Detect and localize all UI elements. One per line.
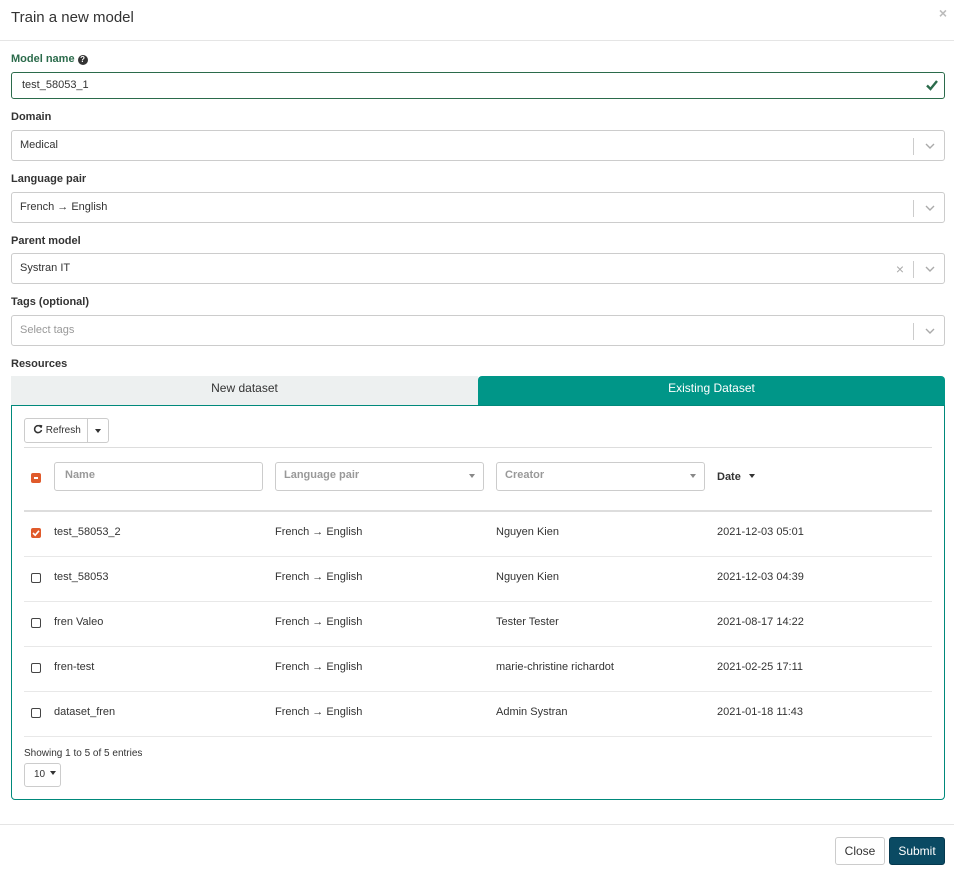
refresh-button[interactable]: Refresh <box>25 419 88 442</box>
resource-tabs: New dataset Existing Dataset <box>11 376 945 406</box>
refresh-button-group: Refresh <box>24 418 109 443</box>
parent-model-select[interactable]: Systran IT × <box>11 253 945 284</box>
clear-icon[interactable]: × <box>896 261 904 277</box>
domain-select[interactable]: Medical <box>11 130 945 161</box>
language-pair-filter-text: Language pair <box>284 469 360 481</box>
tags-select[interactable]: Select tags <box>11 315 945 346</box>
chevron-down-icon[interactable] <box>924 325 936 337</box>
check-icon <box>926 80 938 91</box>
modal-header: Train a new model × <box>0 0 954 41</box>
select-all-checkbox[interactable] <box>31 473 41 483</box>
tab-existing-dataset[interactable]: Existing Dataset <box>478 376 945 406</box>
select-separator <box>913 323 914 340</box>
model-name-label-text: Model name <box>11 53 75 65</box>
resources-label: Resources <box>11 358 68 370</box>
dataset-creator: Tester Tester <box>496 616 559 628</box>
dataset-date: 2021-12-03 04:39 <box>717 571 804 583</box>
language-pair-select[interactable]: French → English <box>11 192 945 223</box>
page-size-select[interactable]: 10 <box>24 763 61 787</box>
tab-new-dataset[interactable]: New dataset <box>11 376 478 406</box>
dataset-name: fren-test <box>54 661 95 673</box>
domain-value: Medical <box>20 139 58 151</box>
caret-down-icon <box>690 474 696 478</box>
row-divider <box>24 601 932 602</box>
help-icon[interactable]: ? <box>77 55 88 65</box>
submit-button[interactable]: Submit <box>889 837 945 865</box>
close-button[interactable]: Close <box>835 837 885 865</box>
check-icon <box>32 530 40 537</box>
row-divider <box>24 556 932 557</box>
caret-down-icon <box>49 771 56 775</box>
dataset-language-pair: French → English <box>275 616 363 628</box>
dataset-language-pair: French → English <box>275 706 363 718</box>
select-separator <box>913 138 914 155</box>
dataset-date: 2021-01-18 11:43 <box>717 706 804 718</box>
dataset-date: 2021-02-25 17:11 <box>717 661 804 673</box>
chevron-down-icon[interactable] <box>924 263 936 275</box>
creator-filter[interactable]: Creator <box>496 462 705 491</box>
row-checkbox[interactable] <box>31 528 41 538</box>
caret-down-icon <box>469 474 475 478</box>
refresh-icon <box>33 424 43 434</box>
row-divider <box>24 736 932 737</box>
dataset-name: dataset_fren <box>54 706 116 718</box>
refresh-label: Refresh <box>45 425 81 436</box>
footer-divider <box>0 824 954 825</box>
model-name-input[interactable]: test_58053_1 <box>11 72 945 99</box>
sort-caret-icon <box>748 474 755 478</box>
pagination-info: Showing 1 to 5 of 5 entries <box>24 748 143 759</box>
dataset-creator: Nguyen Kien <box>496 571 559 583</box>
model-name-value: test_58053_1 <box>22 79 89 91</box>
dataset-date: 2021-08-17 14:22 <box>717 616 804 628</box>
dataset-creator: Nguyen Kien <box>496 526 559 538</box>
existing-dataset-panel: Refresh Name Language pair Creator Date … <box>11 405 945 800</box>
dataset-creator: Admin Systran <box>496 706 568 718</box>
row-checkbox[interactable] <box>31 663 41 673</box>
dataset-date: 2021-12-03 05:01 <box>717 526 804 538</box>
creator-filter-text: Creator <box>505 469 545 481</box>
dataset-creator: marie-christine richardot <box>496 661 614 673</box>
select-separator <box>913 200 914 217</box>
page-size-value: 10 <box>34 769 46 780</box>
model-name-label: Model name? <box>11 53 88 65</box>
row-checkbox[interactable] <box>31 573 41 583</box>
refresh-dropdown-toggle[interactable] <box>88 419 108 442</box>
row-divider <box>24 646 932 647</box>
dataset-name: fren Valeo <box>54 616 104 628</box>
language-pair-filter[interactable]: Language pair <box>275 462 484 491</box>
parent-model-label: Parent model <box>11 235 81 247</box>
dataset-language-pair: French → English <box>275 571 363 583</box>
language-pair-value: French → English <box>20 201 108 213</box>
caret-down-icon <box>95 429 101 433</box>
modal-title: Train a new model <box>11 9 134 26</box>
dataset-name: test_58053 <box>54 571 109 583</box>
tags-placeholder: Select tags <box>20 324 75 336</box>
row-divider <box>24 691 932 692</box>
row-checkbox[interactable] <box>31 708 41 718</box>
domain-label: Domain <box>11 111 52 123</box>
parent-model-value: Systran IT <box>20 262 71 274</box>
close-icon[interactable]: × <box>939 5 947 21</box>
dataset-name: test_58053_2 <box>54 526 121 538</box>
chevron-down-icon[interactable] <box>924 140 936 152</box>
language-pair-label: Language pair <box>11 173 87 185</box>
divider <box>24 447 932 448</box>
table-header-divider <box>24 510 932 512</box>
row-checkbox[interactable] <box>31 618 41 628</box>
select-separator <box>913 261 914 278</box>
date-sort-header[interactable]: Date <box>717 471 755 483</box>
chevron-down-icon[interactable] <box>924 202 936 214</box>
dataset-language-pair: French → English <box>275 526 363 538</box>
tags-label: Tags (optional) <box>11 296 90 308</box>
date-header-label: Date <box>717 471 741 483</box>
dataset-language-pair: French → English <box>275 661 363 673</box>
name-filter-input[interactable]: Name <box>54 462 263 491</box>
